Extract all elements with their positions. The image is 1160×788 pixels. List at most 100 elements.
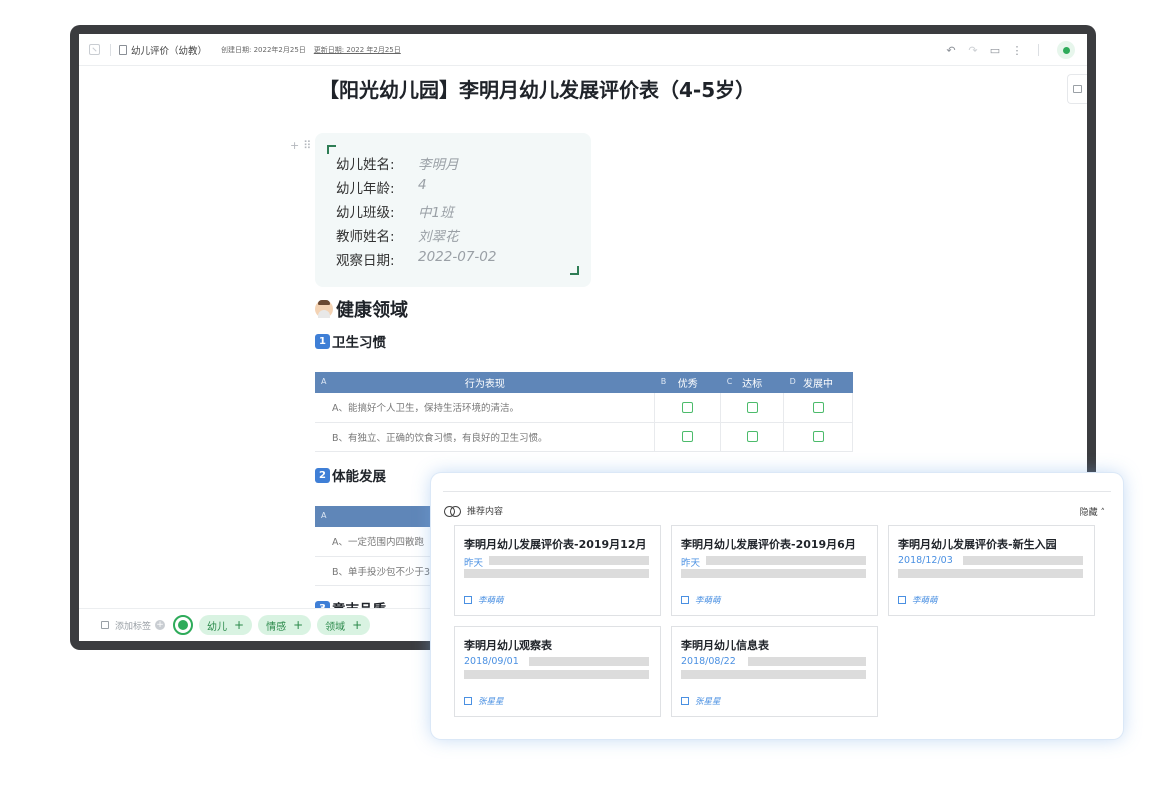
- table-header[interactable]: B 优秀: [654, 372, 721, 393]
- outline-panel-toggle[interactable]: [1067, 74, 1087, 104]
- outline-icon: [1073, 85, 1082, 93]
- table-row: A、能搞好个人卫生，保持生活环境的清洁。: [315, 393, 853, 423]
- info-label: 幼儿年龄:: [336, 181, 395, 197]
- checkbox[interactable]: [682, 401, 694, 413]
- add-tag-button[interactable]: 添加标签 +: [101, 619, 166, 632]
- quote-corner-icon: [327, 145, 336, 154]
- info-row-teacher: 教师姓名: 刘翠花: [336, 225, 459, 245]
- placeholder-bar: [681, 569, 866, 578]
- placeholder-bar: [681, 670, 866, 679]
- page-title: 【阳光幼儿园】李明月幼儿发展评价表（4-5岁）: [319, 78, 756, 102]
- checkbox[interactable]: [812, 431, 824, 442]
- table-header[interactable]: D 发展中: [783, 372, 853, 393]
- divider: [443, 491, 1111, 492]
- recommend-card[interactable]: 李明月幼儿发展评价表-2019月6月 昨天 李萌萌: [671, 525, 878, 616]
- plus-icon: +: [234, 618, 245, 632]
- subsection-heading: 2 体能发展: [315, 465, 386, 485]
- info-value[interactable]: 李明月: [418, 153, 459, 173]
- undo-icon[interactable]: ↶: [940, 39, 962, 61]
- number-badge: 2: [315, 467, 330, 483]
- table-header[interactable]: A 行为表现: [315, 372, 655, 393]
- recommend-title: 推荐内容: [467, 507, 504, 517]
- section-heading: 健康领域: [315, 296, 408, 322]
- tag-chip[interactable]: 幼儿 +: [199, 615, 253, 635]
- card-author: 张星星: [681, 695, 721, 707]
- toolbar-divider: [110, 43, 111, 56]
- card-title: 李明月幼儿发展评价表-新生入园: [898, 538, 1057, 551]
- placeholder-bar: [464, 569, 649, 578]
- recommend-card[interactable]: 李明月幼儿观察表 2018/09/01 张星星: [454, 626, 661, 717]
- placeholder-bar: [748, 657, 866, 666]
- card-title: 李明月幼儿发展评价表-2019月6月: [681, 538, 856, 551]
- card-date: 昨天: [681, 558, 701, 569]
- table-header[interactable]: C 达标: [720, 372, 784, 393]
- redo-icon[interactable]: ↷: [962, 39, 984, 61]
- plus-icon: +: [293, 618, 304, 632]
- created-date: 创建日期: 2022年2月25日: [221, 45, 306, 54]
- placeholder-bar: [529, 657, 649, 666]
- tag-chip[interactable]: 领域 +: [317, 615, 371, 635]
- info-row-date: 观察日期: 2022-07-02: [336, 249, 496, 269]
- behavior-cell[interactable]: A、能搞好个人卫生，保持生活环境的清洁。: [315, 393, 656, 423]
- building-icon: [464, 596, 472, 604]
- hide-button[interactable]: 隐藏 ˄: [1080, 505, 1105, 518]
- behavior-cell[interactable]: B、有独立、正确的饮食习惯，有良好的卫生习惯。: [315, 422, 656, 452]
- info-label: 幼儿姓名:: [336, 157, 395, 173]
- card-title: 李明月幼儿发展评价表-2019月12月: [464, 538, 647, 551]
- card-author: 李萌萌: [464, 594, 504, 606]
- placeholder-bar: [464, 670, 649, 679]
- placeholder-bar: [706, 556, 866, 565]
- document-icon: [119, 44, 127, 55]
- checkbox[interactable]: [812, 401, 824, 413]
- building-icon: [898, 596, 906, 604]
- building-icon: [464, 697, 472, 705]
- toolbar-divider: [1038, 44, 1039, 56]
- info-value[interactable]: 4: [418, 177, 427, 197]
- subsection-title: 卫生习惯: [332, 335, 386, 351]
- tag-chip[interactable]: 情感 +: [258, 615, 312, 635]
- more-icon[interactable]: ⋮: [1006, 39, 1028, 61]
- subsection-heading: 1 卫生习惯: [315, 331, 386, 351]
- number-badge: 1: [315, 333, 330, 349]
- document-name[interactable]: 幼儿评价（幼教）: [131, 43, 207, 57]
- editor-toolbar: 幼儿评价（幼教） 创建日期: 2022年2月25日 更新日期: 2022 年2月…: [79, 34, 1087, 66]
- info-value[interactable]: 刘翠花: [418, 225, 459, 245]
- quote-corner-icon: [570, 266, 579, 275]
- doctor-emoji-icon: [315, 300, 333, 318]
- card-title: 李明月幼儿信息表: [681, 639, 769, 652]
- placeholder-bar: [898, 569, 1083, 578]
- recommend-card[interactable]: 李明月幼儿发展评价表-2019月12月 昨天 李萌萌: [454, 525, 661, 616]
- child-info-card: 幼儿姓名: 李明月 幼儿年龄: 4 幼儿班级: 中1班 教师姓名: 刘翠花 观察…: [315, 133, 591, 287]
- card-date: 2018/08/22: [681, 656, 736, 667]
- card-author: 李萌萌: [681, 594, 721, 606]
- table-row: B、有独立、正确的饮食习惯，有良好的卫生习惯。: [315, 422, 853, 452]
- section-title: 健康领域: [336, 300, 408, 321]
- building-icon: [681, 697, 689, 705]
- building-icon: [681, 596, 689, 604]
- recommend-card[interactable]: 李明月幼儿发展评价表-新生入园 2018/12/03 李萌萌: [888, 525, 1095, 616]
- info-row-name: 幼儿姓名: 李明月: [336, 153, 459, 173]
- present-icon[interactable]: ▭: [984, 39, 1006, 61]
- card-author: 张星星: [464, 695, 504, 707]
- updated-date[interactable]: 更新日期: 2022 年2月25日: [314, 45, 401, 55]
- recommend-card[interactable]: 李明月幼儿信息表 2018/08/22 张星星: [671, 626, 878, 717]
- info-row-age: 幼儿年龄: 4: [336, 177, 427, 197]
- card-title: 李明月幼儿观察表: [464, 639, 552, 652]
- checkbox[interactable]: [682, 431, 694, 442]
- app-logo-icon[interactable]: [89, 44, 100, 55]
- user-avatar[interactable]: [1057, 41, 1075, 59]
- info-value[interactable]: 中1班: [418, 201, 454, 221]
- card-date: 2018/09/01: [464, 656, 519, 667]
- home-icon[interactable]: [173, 615, 194, 635]
- tag-icon: [101, 621, 109, 629]
- infinity-icon: [444, 505, 461, 517]
- add-tag-label: 添加标签: [115, 621, 152, 632]
- placeholder-bar: [489, 556, 649, 565]
- recommend-panel: 推荐内容 隐藏 ˄ 李明月幼儿发展评价表-2019月12月 昨天 李萌萌 李明月…: [431, 473, 1123, 739]
- checkbox[interactable]: [746, 431, 758, 442]
- block-handle-icon[interactable]: +⠿: [290, 139, 315, 152]
- info-label: 观察日期:: [336, 253, 395, 269]
- info-value[interactable]: 2022-07-02: [418, 249, 496, 269]
- checkbox[interactable]: [746, 401, 758, 413]
- info-label: 幼儿班级:: [336, 205, 395, 221]
